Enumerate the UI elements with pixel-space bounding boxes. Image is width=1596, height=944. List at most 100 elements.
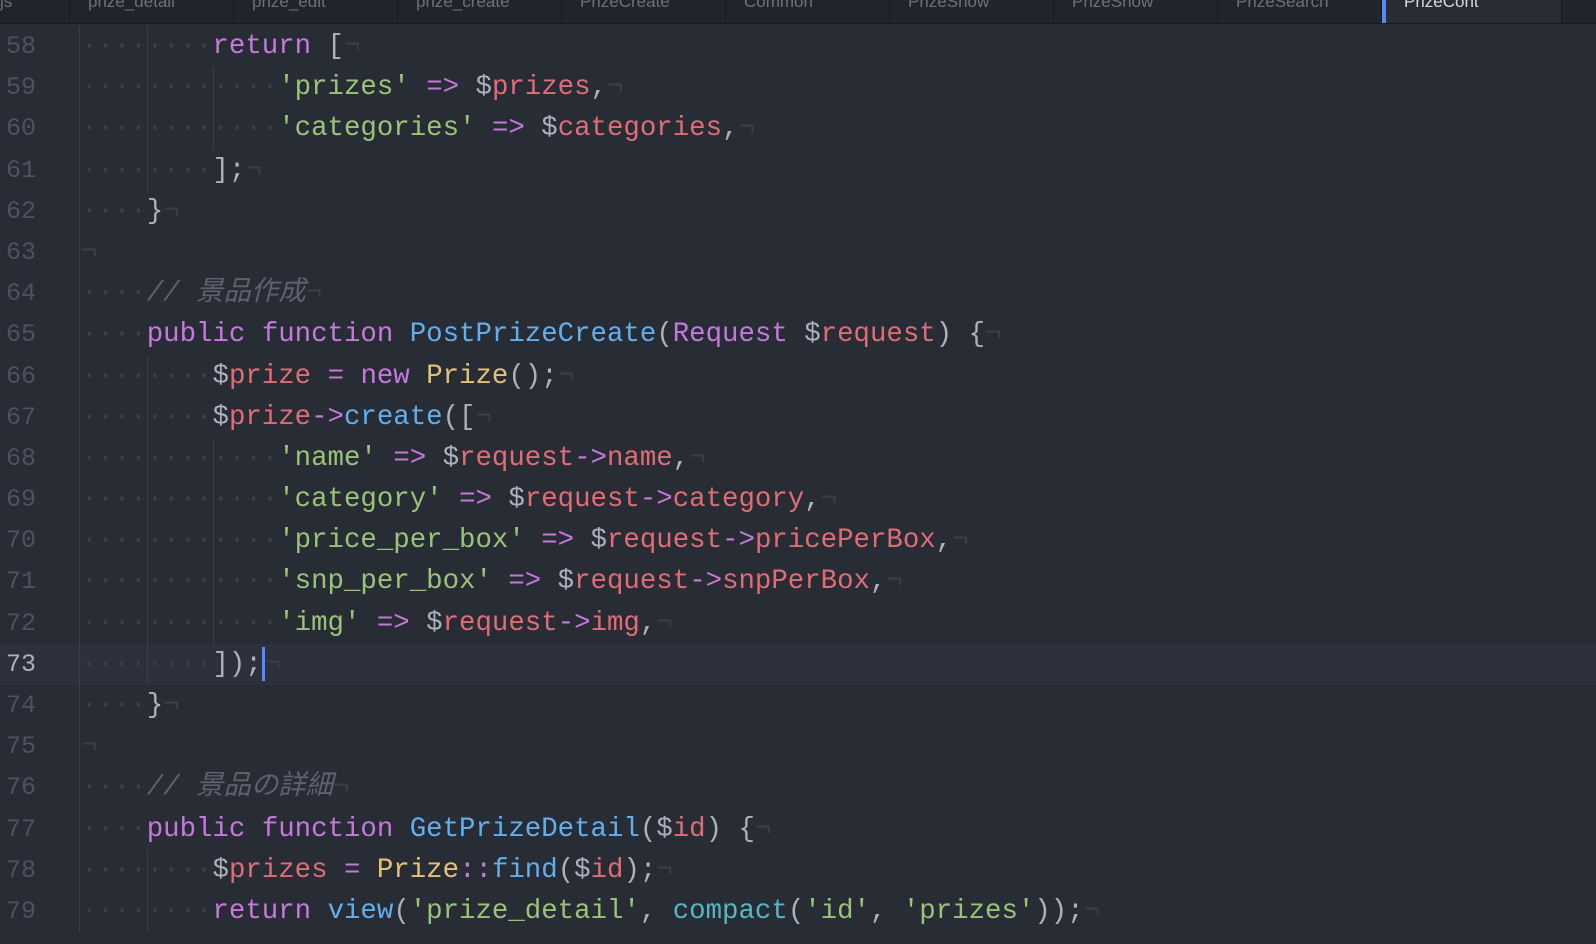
code-line[interactable]: 71 ············'snp_per_box' => $request-… (0, 561, 1596, 603)
line-number: 66 (0, 355, 80, 397)
token-var: categories (557, 113, 723, 145)
token-op: -> (639, 484, 673, 516)
token-p: $ (459, 72, 492, 104)
token-op: => (541, 525, 575, 557)
token-fn: GetPrizeDetail (409, 813, 640, 845)
code-line[interactable]: 67 ········$prize->create([¬ (0, 396, 1596, 438)
token-str: 'categories' (278, 113, 476, 145)
code-line[interactable]: 65 ····public function PostPrizeCreate(Re… (0, 314, 1596, 356)
token-p: , (804, 484, 821, 516)
tab-3[interactable]: prize_create (398, 0, 562, 23)
code-line[interactable]: 74 ····}¬ (0, 685, 1596, 727)
token-var: name (607, 442, 673, 474)
eol-marker: ¬ (245, 154, 262, 186)
token-p: ( (393, 895, 410, 927)
code-line[interactable]: 70 ············'price_per_box' => $reques… (0, 520, 1596, 562)
code-line[interactable]: 64 ····// 景品作成¬ (0, 273, 1596, 315)
code-line[interactable]: 69 ············'category' => $request->ca… (0, 479, 1596, 521)
tab-9[interactable]: PrizeCont (1382, 0, 1562, 23)
token-var: prizes (491, 72, 591, 104)
code-line[interactable]: 79 ········return view('prize_detail', co… (0, 890, 1596, 933)
eol-marker: ¬ (985, 319, 1002, 351)
token-var: img (590, 607, 640, 639)
code-line[interactable]: 77 ····public function GetPrizeDetail($id… (0, 808, 1596, 850)
indent-guide (146, 437, 148, 480)
tab-bar: js prize_detail prize_edit prize_create Priz… (0, 0, 1596, 24)
token-fn: create (344, 401, 443, 433)
token-var: id (590, 854, 624, 886)
line-number: 72 (0, 602, 80, 644)
code-line[interactable]: 63 ¬ (0, 231, 1596, 274)
token-str: 'price_per_box' (278, 525, 525, 557)
token-p (476, 113, 492, 144)
code-text: ¬ (81, 726, 97, 767)
code-text: ············'img' => $request->img,¬ (81, 602, 673, 644)
eol-marker: ¬ (738, 113, 755, 145)
eol-marker: ¬ (163, 690, 180, 721)
tab-7[interactable]: PrizeShow (1054, 0, 1218, 23)
token-fn: PostPrizeCreate (409, 319, 657, 351)
token-p (311, 361, 327, 392)
code-line[interactable]: 73 ········]); ¬ (0, 643, 1596, 686)
code-text: ¬ (81, 232, 97, 273)
token-p: ); (623, 854, 657, 886)
line-number: 58 (0, 26, 80, 68)
token-p (443, 484, 459, 515)
indent-whitespace: ············ (81, 442, 279, 474)
tab-0[interactable]: js (0, 0, 70, 23)
code-line[interactable]: 61 ········];¬ (0, 149, 1596, 191)
indent-whitespace: ············ (81, 566, 279, 598)
indent-whitespace: ···· (81, 813, 147, 845)
code-line[interactable]: 66 ········$prize = new Prize();¬ (0, 355, 1596, 397)
token-p: $ (541, 566, 575, 598)
token-var: prize (228, 360, 312, 392)
eol-marker: ¬ (81, 236, 98, 268)
indent-guide (212, 108, 214, 150)
tab-6[interactable]: PrizeShow (890, 0, 1054, 23)
line-number: 74 (0, 685, 80, 727)
code-text: ········$prizes = Prize::find($id);¬ (81, 849, 673, 891)
indent-guide (146, 602, 148, 644)
code-line[interactable]: 60 ············'categories' => $categorie… (0, 108, 1596, 150)
tab-1[interactable]: prize_detail (70, 0, 234, 23)
token-var: request (524, 484, 640, 516)
code-line[interactable]: 75 ¬ (0, 726, 1596, 768)
code-line[interactable]: 68 ············'name' => $request->name,¬ (0, 437, 1596, 480)
code-line[interactable]: 72 ············'img' => $request->img,¬ (0, 602, 1596, 644)
token-str: 'category' (278, 484, 443, 516)
tab-4[interactable]: PrizeCreate (562, 0, 726, 23)
token-op: => (491, 113, 525, 145)
token-p: , (722, 113, 739, 145)
line-number: 65 (0, 314, 80, 356)
token-var: request (459, 442, 575, 474)
code-line[interactable]: 59 ············'prizes' => $prizes,¬ (0, 67, 1596, 109)
code-line[interactable]: 62 ····}¬ (0, 190, 1596, 232)
token-op: :: (459, 854, 492, 886)
line-number: 79 (0, 890, 80, 933)
code-line[interactable]: 78 ········$prizes = Prize::find($id);¬ (0, 849, 1596, 891)
code-line[interactable]: 76 ····// 景品の詳細¬ (0, 767, 1596, 809)
indent-guide (212, 437, 214, 480)
tab-2[interactable]: prize_edit (234, 0, 398, 23)
token-p (377, 443, 393, 474)
line-number: 78 (0, 849, 80, 891)
token-str: 'img' (278, 607, 361, 639)
token-p (344, 361, 360, 392)
token-bi: compact (672, 895, 788, 927)
indent-whitespace: ···· (81, 319, 147, 351)
indent-guide (146, 561, 148, 603)
code-editor[interactable]: 58 ········return [¬ 59 ············'prizes… (0, 26, 1596, 933)
tab-8[interactable]: PrizeSearch (1218, 0, 1382, 23)
tab-5[interactable]: Common (726, 0, 890, 23)
token-kw: return (212, 31, 312, 62)
token-op: -> (689, 566, 723, 598)
token-op: = (327, 360, 344, 392)
code-text: ············'snp_per_box' => $request->s… (81, 561, 903, 603)
code-line[interactable]: 58 ········return [¬ (0, 26, 1596, 68)
token-fn: view (327, 895, 394, 927)
eol-marker: ¬ (1083, 895, 1101, 927)
token-op: -> (311, 401, 344, 433)
eol-marker: ¬ (305, 278, 323, 310)
indent-whitespace: ············ (81, 113, 279, 145)
indent-guide (146, 108, 148, 150)
